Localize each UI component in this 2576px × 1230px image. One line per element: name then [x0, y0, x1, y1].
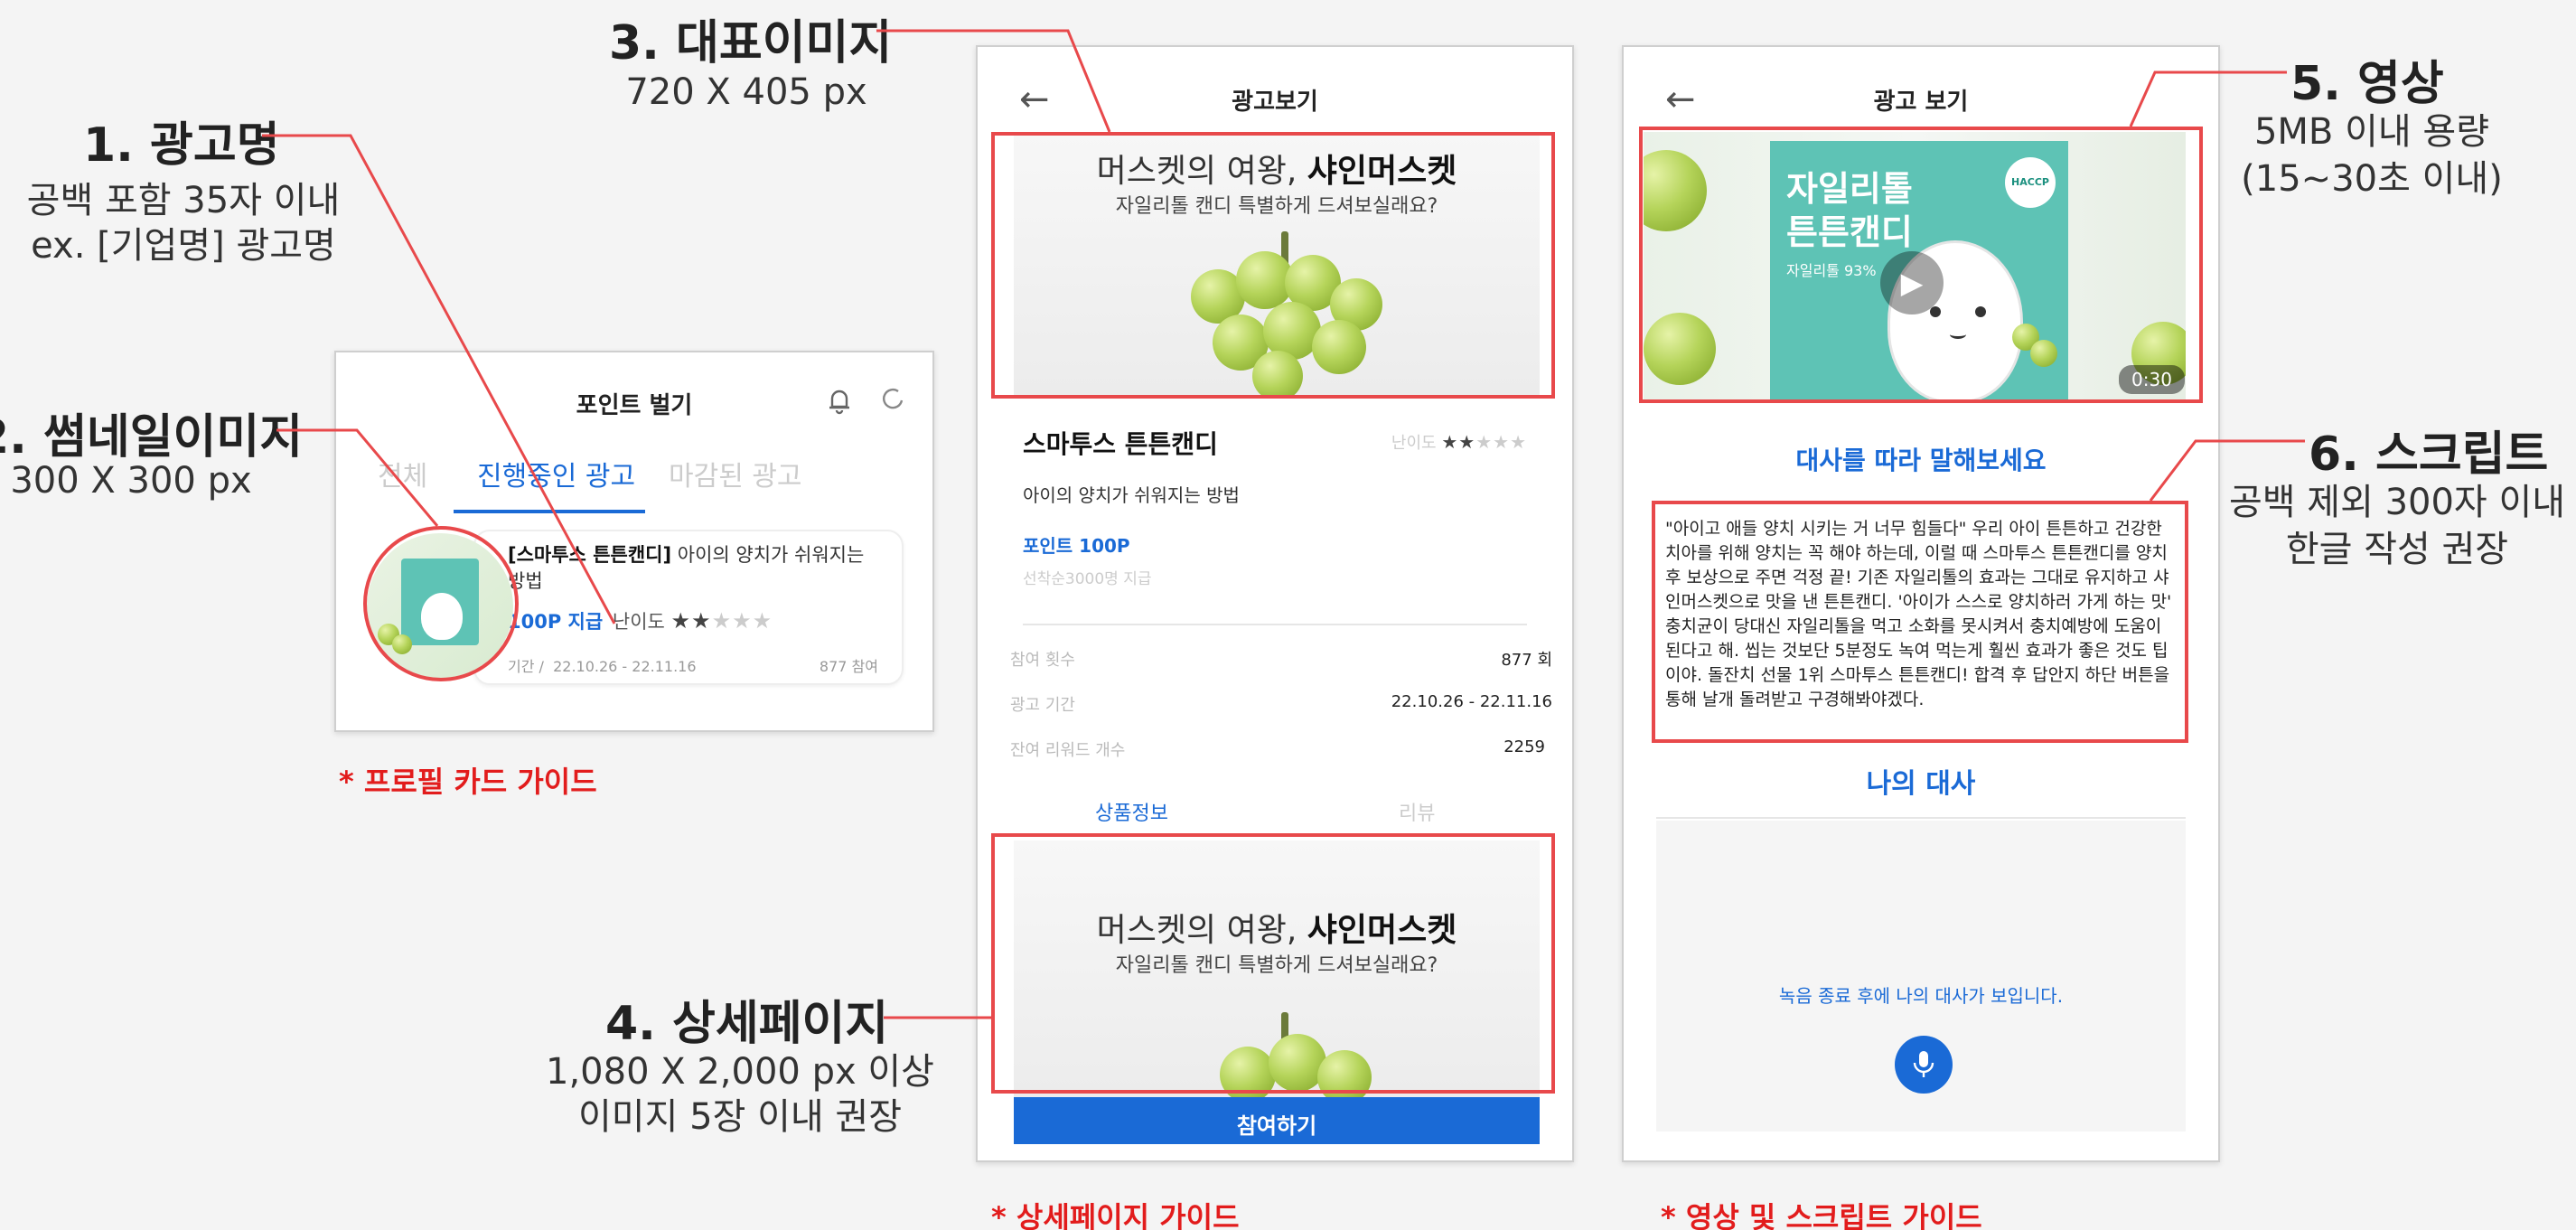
difficulty-stars: ★★★★★ [670, 608, 773, 634]
active-tab-underline [454, 510, 645, 513]
script-highlight [1652, 501, 2188, 743]
video-script-guide-label: * 영상 및 스크립트 가이드 [1661, 1200, 1982, 1230]
tab-ongoing[interactable]: 진행중인 광고 [477, 454, 635, 493]
annotation-5-sub1: 5MB 이내 용량 [2253, 111, 2490, 153]
ad-list-card[interactable]: [스마투스 튼튼캔디] 아이의 양치가 쉬워지는 방법 100P 지급 난이도 … [473, 530, 904, 685]
thumbnail-highlight [363, 526, 519, 681]
microphone-icon [1913, 1051, 1934, 1077]
product-subtitle: 아이의 양치가 쉬워지는 방법 [1023, 484, 1240, 506]
point-note: 선착순3000명 지급 [1023, 570, 1152, 588]
representative-image-highlight [991, 132, 1555, 399]
divider-2 [1656, 817, 2186, 819]
annotation-2-sub1: 300 X 300 px [10, 460, 252, 502]
difficulty-label: 난이도 [612, 611, 665, 633]
annotation-4-title: 4. 상세페이지 [605, 997, 889, 1051]
point-reward: 포인트 100P [1023, 535, 1130, 557]
ad-period: 기간 / 22.10.26 - 22.11.16 [508, 658, 697, 675]
microphone-button[interactable] [1895, 1036, 1953, 1094]
ad-brand-name: [스마투스 튼튼캔디] [508, 544, 672, 566]
video-highlight [1639, 127, 2203, 403]
annotation-6-sub2: 한글 작성 권장 [2285, 529, 2509, 570]
record-hint: 녹음 종료 후에 나의 대사가 보입니다. [1778, 985, 2064, 1007]
detail-difficulty: 난이도 ★★★★★ [1391, 431, 1527, 453]
annotation-1-sub2: ex. [기업명] 광고명 [31, 225, 336, 267]
annotation-6-title: 6. 스크립트 [2309, 427, 2549, 482]
tab-all[interactable]: 전체 [378, 454, 427, 493]
annotation-3-title: 3. 대표이미지 [609, 16, 893, 70]
divider [1023, 624, 1527, 625]
bell-icon[interactable] [824, 385, 855, 416]
annotation-6-sub1: 공백 제외 300자 이내 [2228, 482, 2566, 523]
annotation-1-title: 1. 광고명 [83, 118, 280, 173]
ad-participants: 877 참여 [819, 658, 878, 675]
detail-page-title: 광고보기 [1232, 89, 1318, 116]
annotation-3-sub1: 720 X 405 px [625, 71, 867, 113]
annotation-4-sub1: 1,080 X 2,000 px 이상 [546, 1051, 934, 1093]
my-line-heading: 나의 대사 [1866, 768, 1976, 800]
ad-list-item-meta: 100P 지급 난이도 ★★★★★ [508, 607, 773, 634]
ad-list-item-title: [스마투스 튼튼캔디] 아이의 양치가 쉬워지는 방법 [508, 542, 887, 595]
tab-review[interactable]: 리뷰 [1399, 797, 1435, 826]
ad-point: 100P 지급 [508, 611, 604, 633]
detail-page-guide-label: * 상세페이지 가이드 [991, 1200, 1240, 1230]
tab-closed[interactable]: 마감된 광고 [669, 454, 802, 493]
annotation-5-sub2: (15~30초 이내) [2241, 158, 2503, 200]
annotation-2-title: 2. 썸네일이미지 [0, 410, 304, 465]
annotation-1-sub1: 공백 포함 35자 이내 [26, 180, 341, 221]
refresh-icon[interactable] [878, 385, 905, 412]
tab-product-info[interactable]: 상품정보 [1095, 797, 1168, 826]
annotation-5-title: 5. 영상 [2290, 57, 2444, 111]
profile-card-guide-label: * 프로필 카드 가이드 [339, 765, 597, 799]
product-name: 스마투스 튼튼캔디 [1023, 429, 1218, 459]
annotation-4-sub2: 이미지 5장 이내 권장 [578, 1096, 902, 1138]
video-page-title: 광고 보기 [1873, 89, 1969, 116]
participate-button[interactable]: 참여하기 [1014, 1097, 1540, 1144]
script-prompt: 대사를 따라 말해보세요 [1795, 446, 2047, 475]
detail-page-highlight [991, 833, 1555, 1094]
